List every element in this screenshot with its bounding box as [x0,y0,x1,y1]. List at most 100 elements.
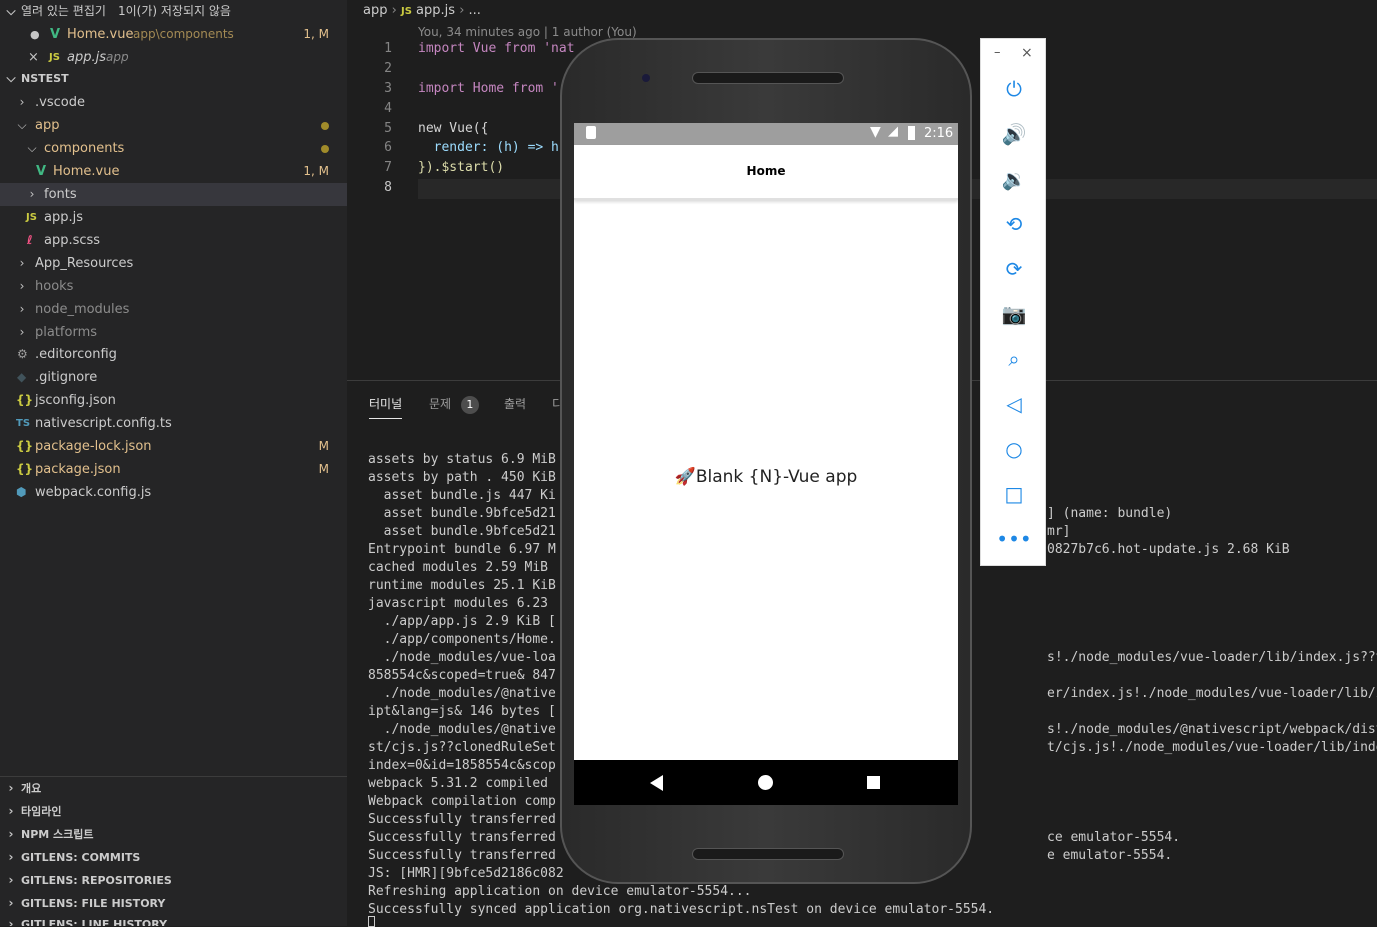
tree-item-app[interactable]: ⌵ app [0,114,347,137]
terminal-line: Entrypoint bundle 6.97 M [368,542,556,557]
chevron-right-icon: › [8,917,14,926]
section-gitlens-line-history[interactable]: › GITLENS: LINE HISTORY [0,913,347,926]
speaker-grille [692,72,844,84]
zoom-icon[interactable]: ⌕ [981,341,1047,377]
tree-item-editorconfig[interactable]: ⚙ .editorconfig [0,343,347,366]
section-gitlens-file-history[interactable]: › GITLENS: FILE HISTORY [0,892,347,915]
nav-home-icon[interactable] [758,775,773,790]
open-editor-item-home[interactable]: ● V Home.vue app\components 1, M [0,23,347,46]
minimize-button[interactable]: – [994,45,1001,60]
device-screen[interactable]: ▼ ◢ 2:16 Home 🚀Blank {N}-Vue app [574,123,958,805]
tree-item-nativescript-config[interactable]: TS nativescript.config.ts [0,412,347,435]
git-blame-codelens[interactable]: You, 34 minutes ago | 1 author (You) [418,25,637,39]
terminal-line: Successfully transferred [368,848,556,863]
back-icon[interactable]: ◁ [981,386,1047,422]
nav-back-icon[interactable] [650,775,663,791]
section-timeline[interactable]: › 타임라인 [0,800,347,823]
terminal-line: asset bundle.9bfce5d21 [368,506,556,521]
terminal-line: webpack 5.31.2 compiled [368,776,556,791]
front-camera [642,74,650,82]
section-gitlens-repositories[interactable]: › GITLENS: REPOSITORIES [0,869,347,892]
tree-item-home-vue[interactable]: V Home.vue 1, M [0,160,347,183]
breadcrumb-folder[interactable]: app [363,3,387,18]
unsaved-dot-icon[interactable]: ● [30,23,40,46]
breadcrumb-more[interactable]: ... [469,3,481,18]
nav-recents-icon[interactable] [867,776,880,789]
js-file-icon: JS [26,212,37,223]
chevron-right-icon: › [29,187,35,201]
emulator-toolbar: – × ⏻ 🔊 🔉 ⟲ ⟳ 📷 ⌕ ◁ ○ □ ••• [980,38,1046,566]
section-gitlens-commits[interactable]: › GITLENS: COMMITS [0,846,347,869]
terminal-cursor [368,916,375,927]
app-message: 🚀Blank {N}-Vue app [674,467,858,487]
terminal-line: ./app/components/Home. [368,632,556,647]
section-npm-scripts[interactable]: › NPM 스크립트 [0,823,347,846]
tree-item-appjs[interactable]: JS app.js [0,206,347,229]
line-number: 5 [384,121,392,136]
power-icon[interactable]: ⏻ [981,71,1047,107]
home-icon[interactable]: ○ [981,431,1047,467]
tree-item-gitignore[interactable]: ◆ .gitignore [0,366,347,389]
speaker-grille [692,848,844,860]
open-editors-header[interactable]: ⌵ 열려 있는 편집기 1이(가) 저장되지 않음 [0,0,347,23]
action-bar-title: Home [746,164,786,178]
tree-item-node-modules[interactable]: › node_modules [0,298,347,321]
breadcrumb-file[interactable]: app.js [416,3,455,18]
terminal-line: Successfully synced application org.nati… [368,902,995,917]
tree-item-package-json[interactable]: {} package.json M [0,458,347,481]
chevron-down-icon: ⌵ [6,71,16,85]
sass-file-icon: ℓ [27,233,33,247]
tree-item-package-lock[interactable]: {} package-lock.json M [0,435,347,458]
more-icon[interactable]: ••• [981,521,1047,557]
section-outline[interactable]: › 개요 [0,777,347,800]
chevron-right-icon: › [19,325,25,339]
json-file-icon: {} [16,439,34,453]
js-file-icon: JS [400,6,412,17]
ts-file-icon: TS [16,418,31,429]
tree-item-app-resources[interactable]: › App_Resources [0,252,347,275]
terminal-line: ./app/app.js 2.9 KiB [ [368,614,556,629]
tree-item-appscss[interactable]: ℓ app.scss [0,229,347,252]
code-line: }).$start() [418,160,505,175]
line-number: 3 [384,81,392,96]
close-button[interactable]: × [1021,45,1033,61]
chevron-down-icon: ⌵ [6,4,16,18]
js-file-icon: JS [49,52,60,63]
tab-problems[interactable]: 문제 1 [429,395,479,414]
open-editor-item-appjs[interactable]: × JS app.js app [0,46,347,69]
battery-icon [908,126,915,140]
code-line: new Vue({ [418,121,489,136]
breadcrumb: app › JS app.js › ... [363,3,481,18]
camera-icon[interactable]: 📷 [981,296,1047,332]
chevron-down-icon: ⌵ [27,141,37,155]
terminal-line: Successfully transferred [368,830,556,845]
code-line: import Home from ' [418,81,559,96]
chevron-right-icon: › [8,896,14,910]
tree-item-platforms[interactable]: › platforms [0,321,347,344]
tree-item-jsconfig[interactable]: {} jsconfig.json [0,389,347,412]
tree-item-fonts[interactable]: › fonts [0,183,347,206]
close-icon[interactable]: × [28,46,39,69]
chevron-right-icon: › [19,302,25,316]
tab-terminal[interactable]: 터미널 [369,395,403,419]
rotate-right-icon[interactable]: ⟳ [981,251,1047,287]
volume-down-icon[interactable]: 🔉 [981,161,1047,197]
tree-item-vscode[interactable]: › .vscode [0,91,347,114]
modified-dot-icon [321,145,329,153]
terminal-line: ./node_modules/@native [368,686,556,701]
signal-icon: ◢ [888,124,898,139]
chevron-right-icon: › [8,850,14,864]
rotate-left-icon[interactable]: ⟲ [981,206,1047,242]
tree-item-hooks[interactable]: › hooks [0,275,347,298]
project-header[interactable]: ⌵ NSTEST [0,67,347,90]
tab-output[interactable]: 출력 [504,395,526,412]
webpack-icon: ⬢ [16,485,27,499]
tree-item-webpack-config[interactable]: ⬢ webpack.config.js [0,481,347,504]
terminal-line: assets by status 6.9 MiB [368,452,556,467]
terminal-line: javascript modules 6.23 [368,596,549,611]
terminal-line: Webpack compilation comp [368,794,556,809]
overview-icon[interactable]: □ [981,476,1047,512]
chevron-right-icon: › [8,781,14,795]
tree-item-components[interactable]: ⌵ components [0,137,347,160]
volume-up-icon[interactable]: 🔊 [981,116,1047,152]
